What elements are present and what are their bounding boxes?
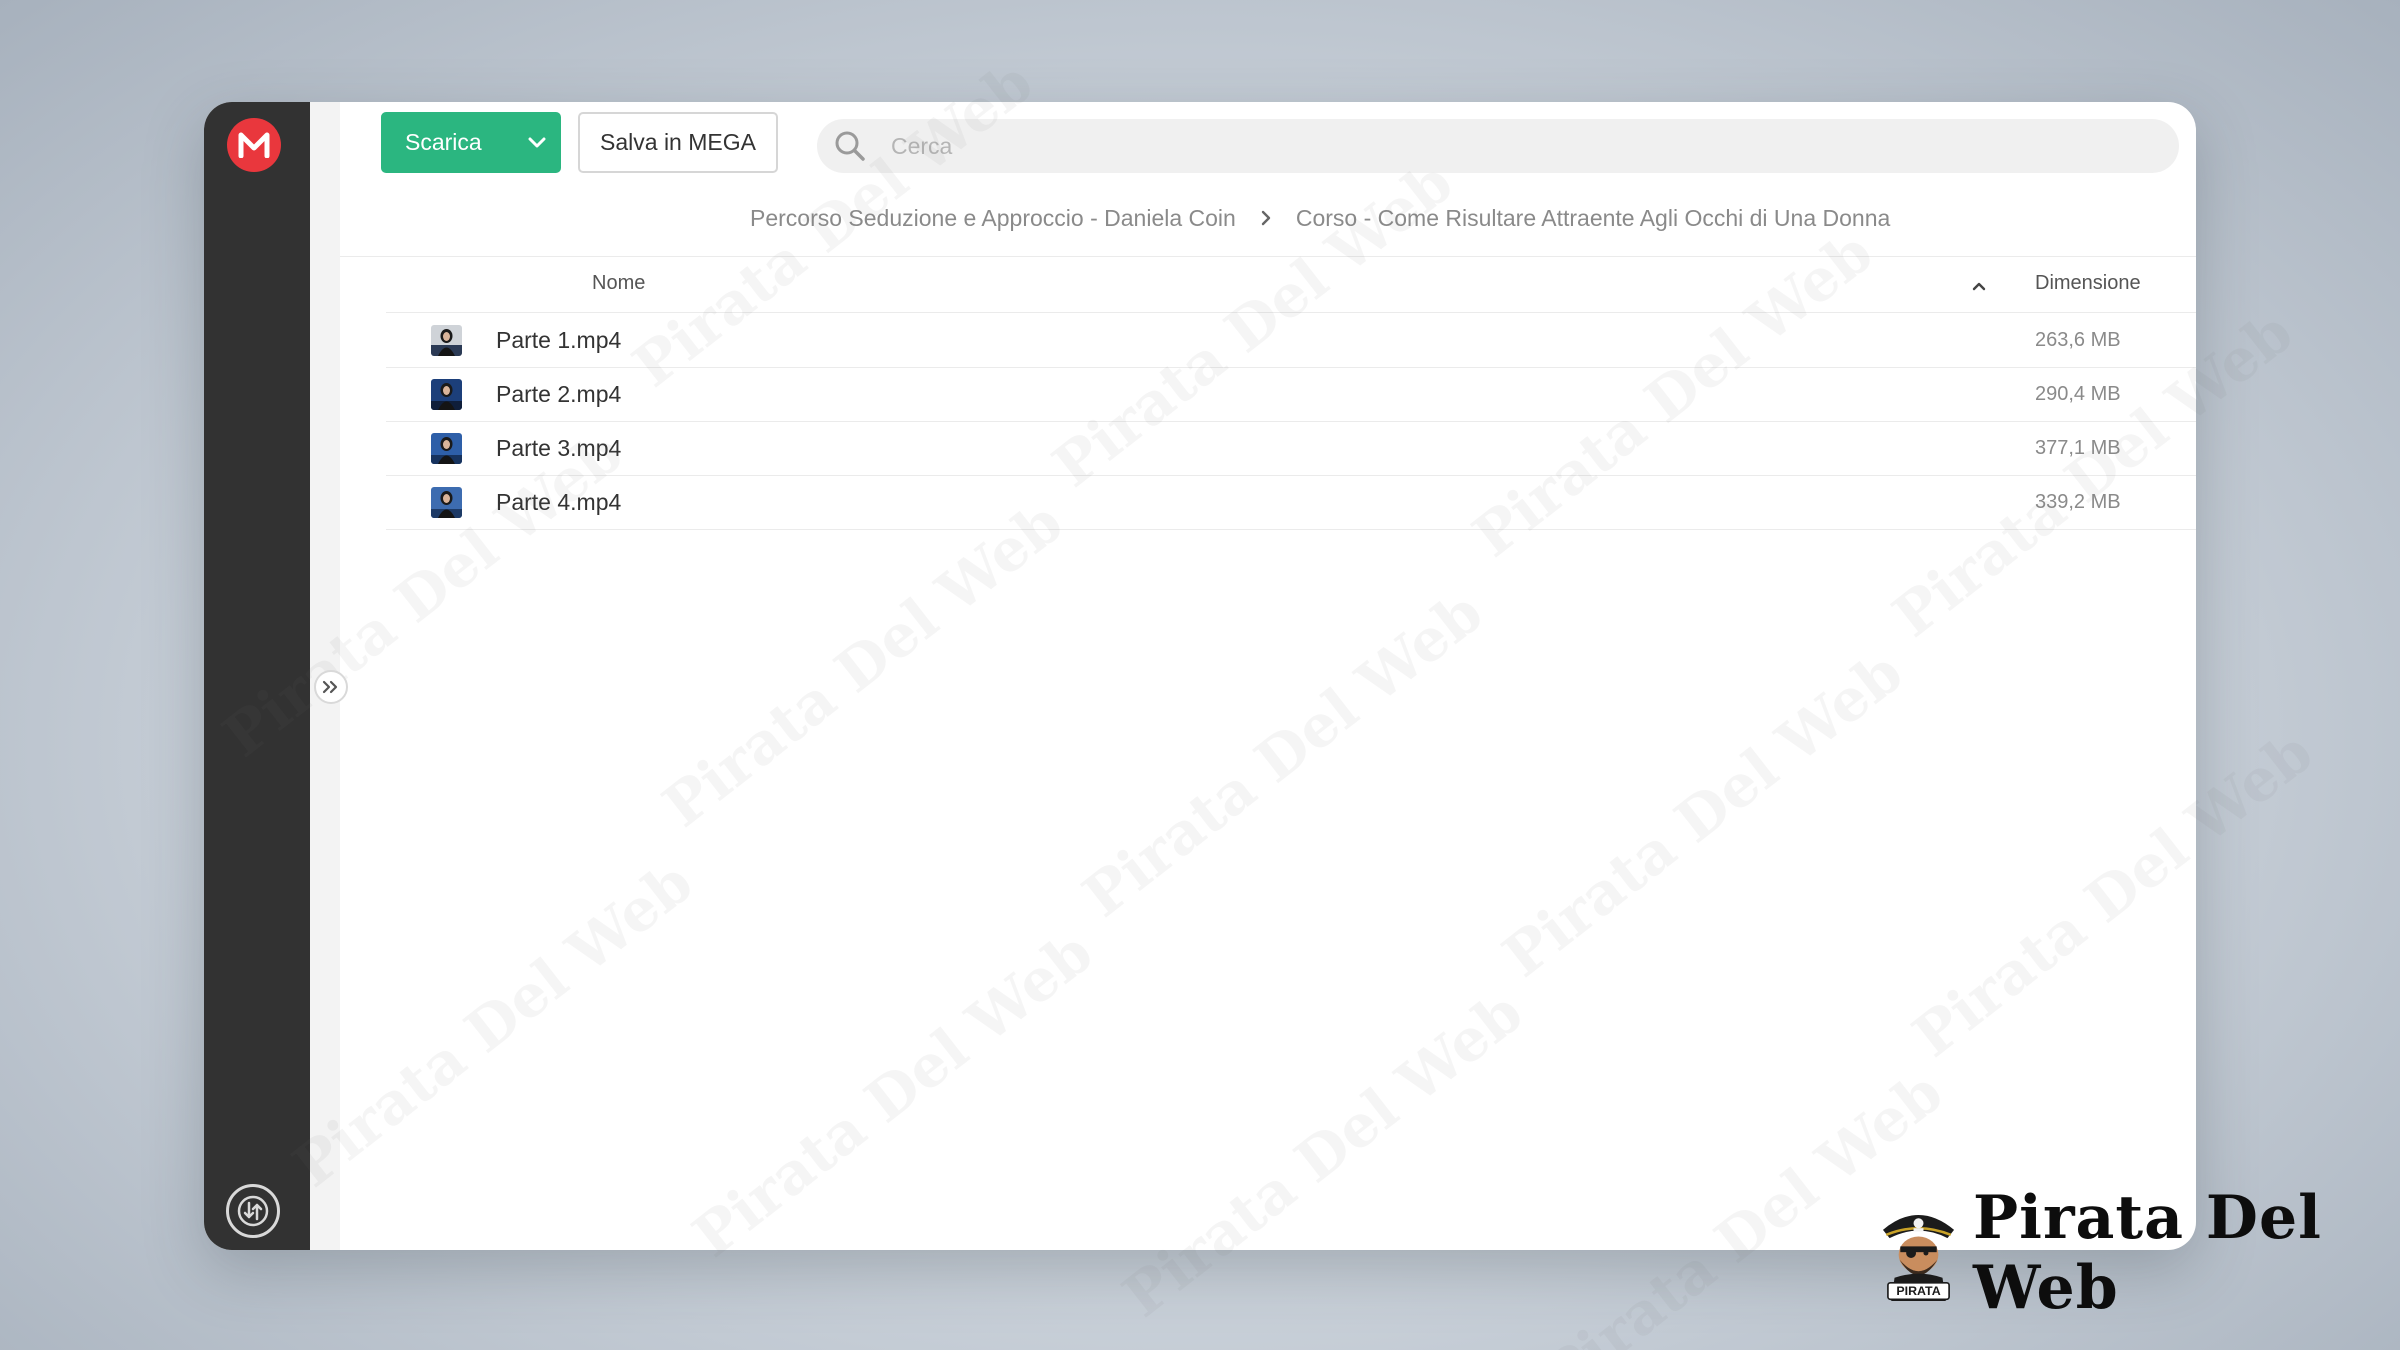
breadcrumb-item-current[interactable]: Corso - Come Risultare Attraente Agli Oc… <box>1296 205 1890 232</box>
brand-name: Pirata Del Web <box>1973 1183 2322 1323</box>
divider <box>340 256 2196 257</box>
main-panel: Scarica Salva in MEGA Percorso Seduzione… <box>340 102 2196 1250</box>
search-bar[interactable] <box>817 119 2179 173</box>
file-name: Parte 1.mp4 <box>496 327 622 353</box>
column-header-name[interactable]: Nome <box>592 272 645 295</box>
file-size: 290,4 MB <box>2035 383 2121 405</box>
search-input[interactable] <box>889 131 2093 161</box>
download-button-label: Scarica <box>405 129 482 155</box>
file-size: 377,1 MB <box>2035 437 2121 459</box>
chevron-up-icon[interactable] <box>1971 275 1987 298</box>
transfer-icon[interactable] <box>226 1184 280 1238</box>
video-thumbnail-icon <box>431 325 462 356</box>
search-icon <box>835 131 865 161</box>
table-row[interactable]: Parte 2.mp4 290,4 MB Video MPEG-4 <box>386 367 2196 422</box>
file-size: 339,2 MB <box>2035 491 2121 513</box>
video-thumbnail-icon <box>431 487 462 518</box>
breadcrumb: Percorso Seduzione e Approccio - Daniela… <box>750 198 1890 238</box>
brand-badge-text: PIRATA <box>1896 1284 1940 1298</box>
breadcrumb-item-parent[interactable]: Percorso Seduzione e Approccio - Daniela… <box>750 205 1236 232</box>
chevron-right-icon <box>1260 210 1272 226</box>
file-name: Parte 2.mp4 <box>496 381 622 407</box>
pirate-mascot-icon: PIRATA <box>1882 1214 1955 1301</box>
table-row[interactable]: Parte 3.mp4 377,1 MB Video MPEG-4 <box>386 421 2196 476</box>
save-to-mega-button[interactable]: Salva in MEGA <box>578 112 778 173</box>
video-thumbnail-icon <box>431 433 462 464</box>
file-name: Parte 4.mp4 <box>496 489 622 515</box>
chevron-down-icon[interactable] <box>513 112 561 173</box>
table-header: Nome Dimensione Tipo <box>340 258 2196 308</box>
table-row[interactable]: Parte 1.mp4 263,6 MB Video MPEG-4 <box>386 313 2196 368</box>
app-window: Scarica Salva in MEGA Percorso Seduzione… <box>204 102 2196 1250</box>
column-header-size[interactable]: Dimensione <box>2035 272 2141 295</box>
brand-logo: PIRATA Pirata Del Web <box>1878 1183 2400 1323</box>
file-size: 263,6 MB <box>2035 329 2121 351</box>
table-row[interactable]: Parte 4.mp4 339,2 MB Video MPEG-4 <box>386 475 2196 530</box>
mega-logo-icon[interactable] <box>227 118 281 172</box>
video-thumbnail-icon <box>431 379 462 410</box>
sidebar <box>204 102 310 1250</box>
download-button[interactable]: Scarica <box>381 112 561 173</box>
double-chevron-right-icon[interactable] <box>314 670 348 704</box>
file-name: Parte 3.mp4 <box>496 435 622 461</box>
